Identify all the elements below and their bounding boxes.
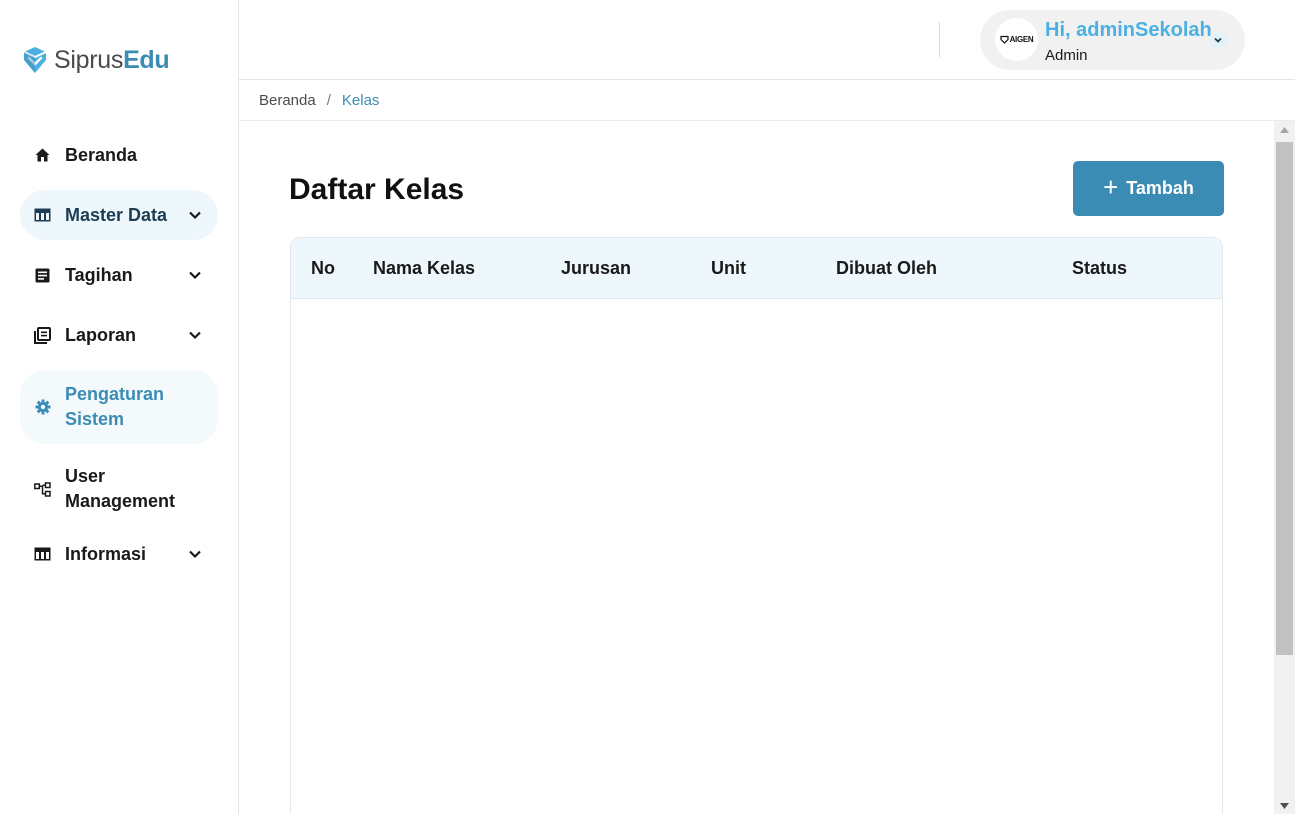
breadcrumb: Beranda / Kelas: [239, 80, 1295, 121]
add-button[interactable]: + Tambah: [1073, 161, 1224, 216]
brand-name: SiprusEdu: [54, 45, 170, 74]
column-header-status[interactable]: Status: [1072, 258, 1127, 279]
column-header-unit[interactable]: Unit: [711, 258, 746, 279]
scrollbar-thumb[interactable]: [1276, 142, 1293, 655]
sidebar-item-pengaturan-sistem[interactable]: Pengaturan Sistem: [20, 370, 218, 444]
page-title: Daftar Kelas: [289, 173, 465, 206]
chevron-down-icon: [189, 550, 201, 559]
sidebar-item-master-data[interactable]: Master Data: [20, 190, 218, 240]
table-icon: [34, 546, 51, 563]
logo-icon: [23, 47, 47, 73]
column-header-jurusan[interactable]: Jurusan: [561, 258, 631, 279]
breadcrumb-home[interactable]: Beranda: [259, 92, 316, 109]
header-divider: [939, 22, 940, 57]
avatar: AIGEN: [995, 18, 1038, 61]
user-role: Admin: [1045, 47, 1088, 64]
chevron-down-icon: [1214, 37, 1222, 43]
chevron-down-icon: [189, 211, 201, 220]
sidebar-nav: Beranda Master Data Tagihan Laporan Peng…: [20, 125, 218, 579]
table-header: No Nama Kelas Jurusan Unit Dibuat Oleh S…: [291, 238, 1222, 299]
sidebar-item-user-management[interactable]: User Management: [20, 454, 218, 524]
gear-icon: [34, 399, 51, 416]
invoice-icon: [34, 267, 51, 284]
sidebar-item-beranda[interactable]: Beranda: [20, 125, 218, 185]
column-header-dibuat-oleh[interactable]: Dibuat Oleh: [836, 258, 937, 279]
home-icon: [34, 147, 51, 164]
breadcrumb-separator: /: [326, 91, 331, 109]
user-tree-icon: [34, 481, 51, 498]
sidebar: SiprusEdu Beranda Master Data Tagihan La…: [0, 0, 239, 814]
vertical-scrollbar[interactable]: [1274, 121, 1295, 814]
table-icon: [34, 207, 51, 224]
arrow-down-icon: [1280, 802, 1289, 809]
user-greeting: Hi, adminSekolah: [1045, 19, 1212, 41]
app-logo[interactable]: SiprusEdu: [20, 44, 170, 76]
user-menu[interactable]: AIGEN Hi, adminSekolah Admin: [980, 10, 1245, 70]
sidebar-item-informasi[interactable]: Informasi: [20, 529, 218, 579]
column-header-nama-kelas[interactable]: Nama Kelas: [373, 258, 475, 279]
scroll-up-arrow[interactable]: [1274, 121, 1295, 138]
sidebar-item-tagihan[interactable]: Tagihan: [20, 245, 218, 305]
column-header-no[interactable]: No: [311, 258, 335, 279]
main-content: Daftar Kelas + Tambah No Nama Kelas Juru…: [239, 121, 1274, 814]
add-button-label: Tambah: [1126, 178, 1194, 198]
avatar-logo-icon: [999, 35, 1009, 44]
scroll-down-arrow[interactable]: [1274, 797, 1295, 814]
kelas-table: No Nama Kelas Jurusan Unit Dibuat Oleh S…: [290, 237, 1223, 814]
sidebar-item-laporan[interactable]: Laporan: [20, 305, 218, 365]
chevron-down-icon: [189, 331, 201, 340]
report-icon: [34, 326, 51, 344]
user-menu-toggle[interactable]: [1209, 31, 1227, 49]
sidebar-item-label: Pengaturan Sistem: [65, 384, 165, 429]
chevron-down-icon: [189, 271, 201, 280]
plus-icon: +: [1103, 172, 1119, 202]
arrow-up-icon: [1280, 126, 1289, 133]
sidebar-item-label: User Management: [65, 466, 176, 511]
top-header: AIGEN Hi, adminSekolah Admin: [239, 0, 1295, 80]
breadcrumb-current: Kelas: [341, 91, 380, 109]
